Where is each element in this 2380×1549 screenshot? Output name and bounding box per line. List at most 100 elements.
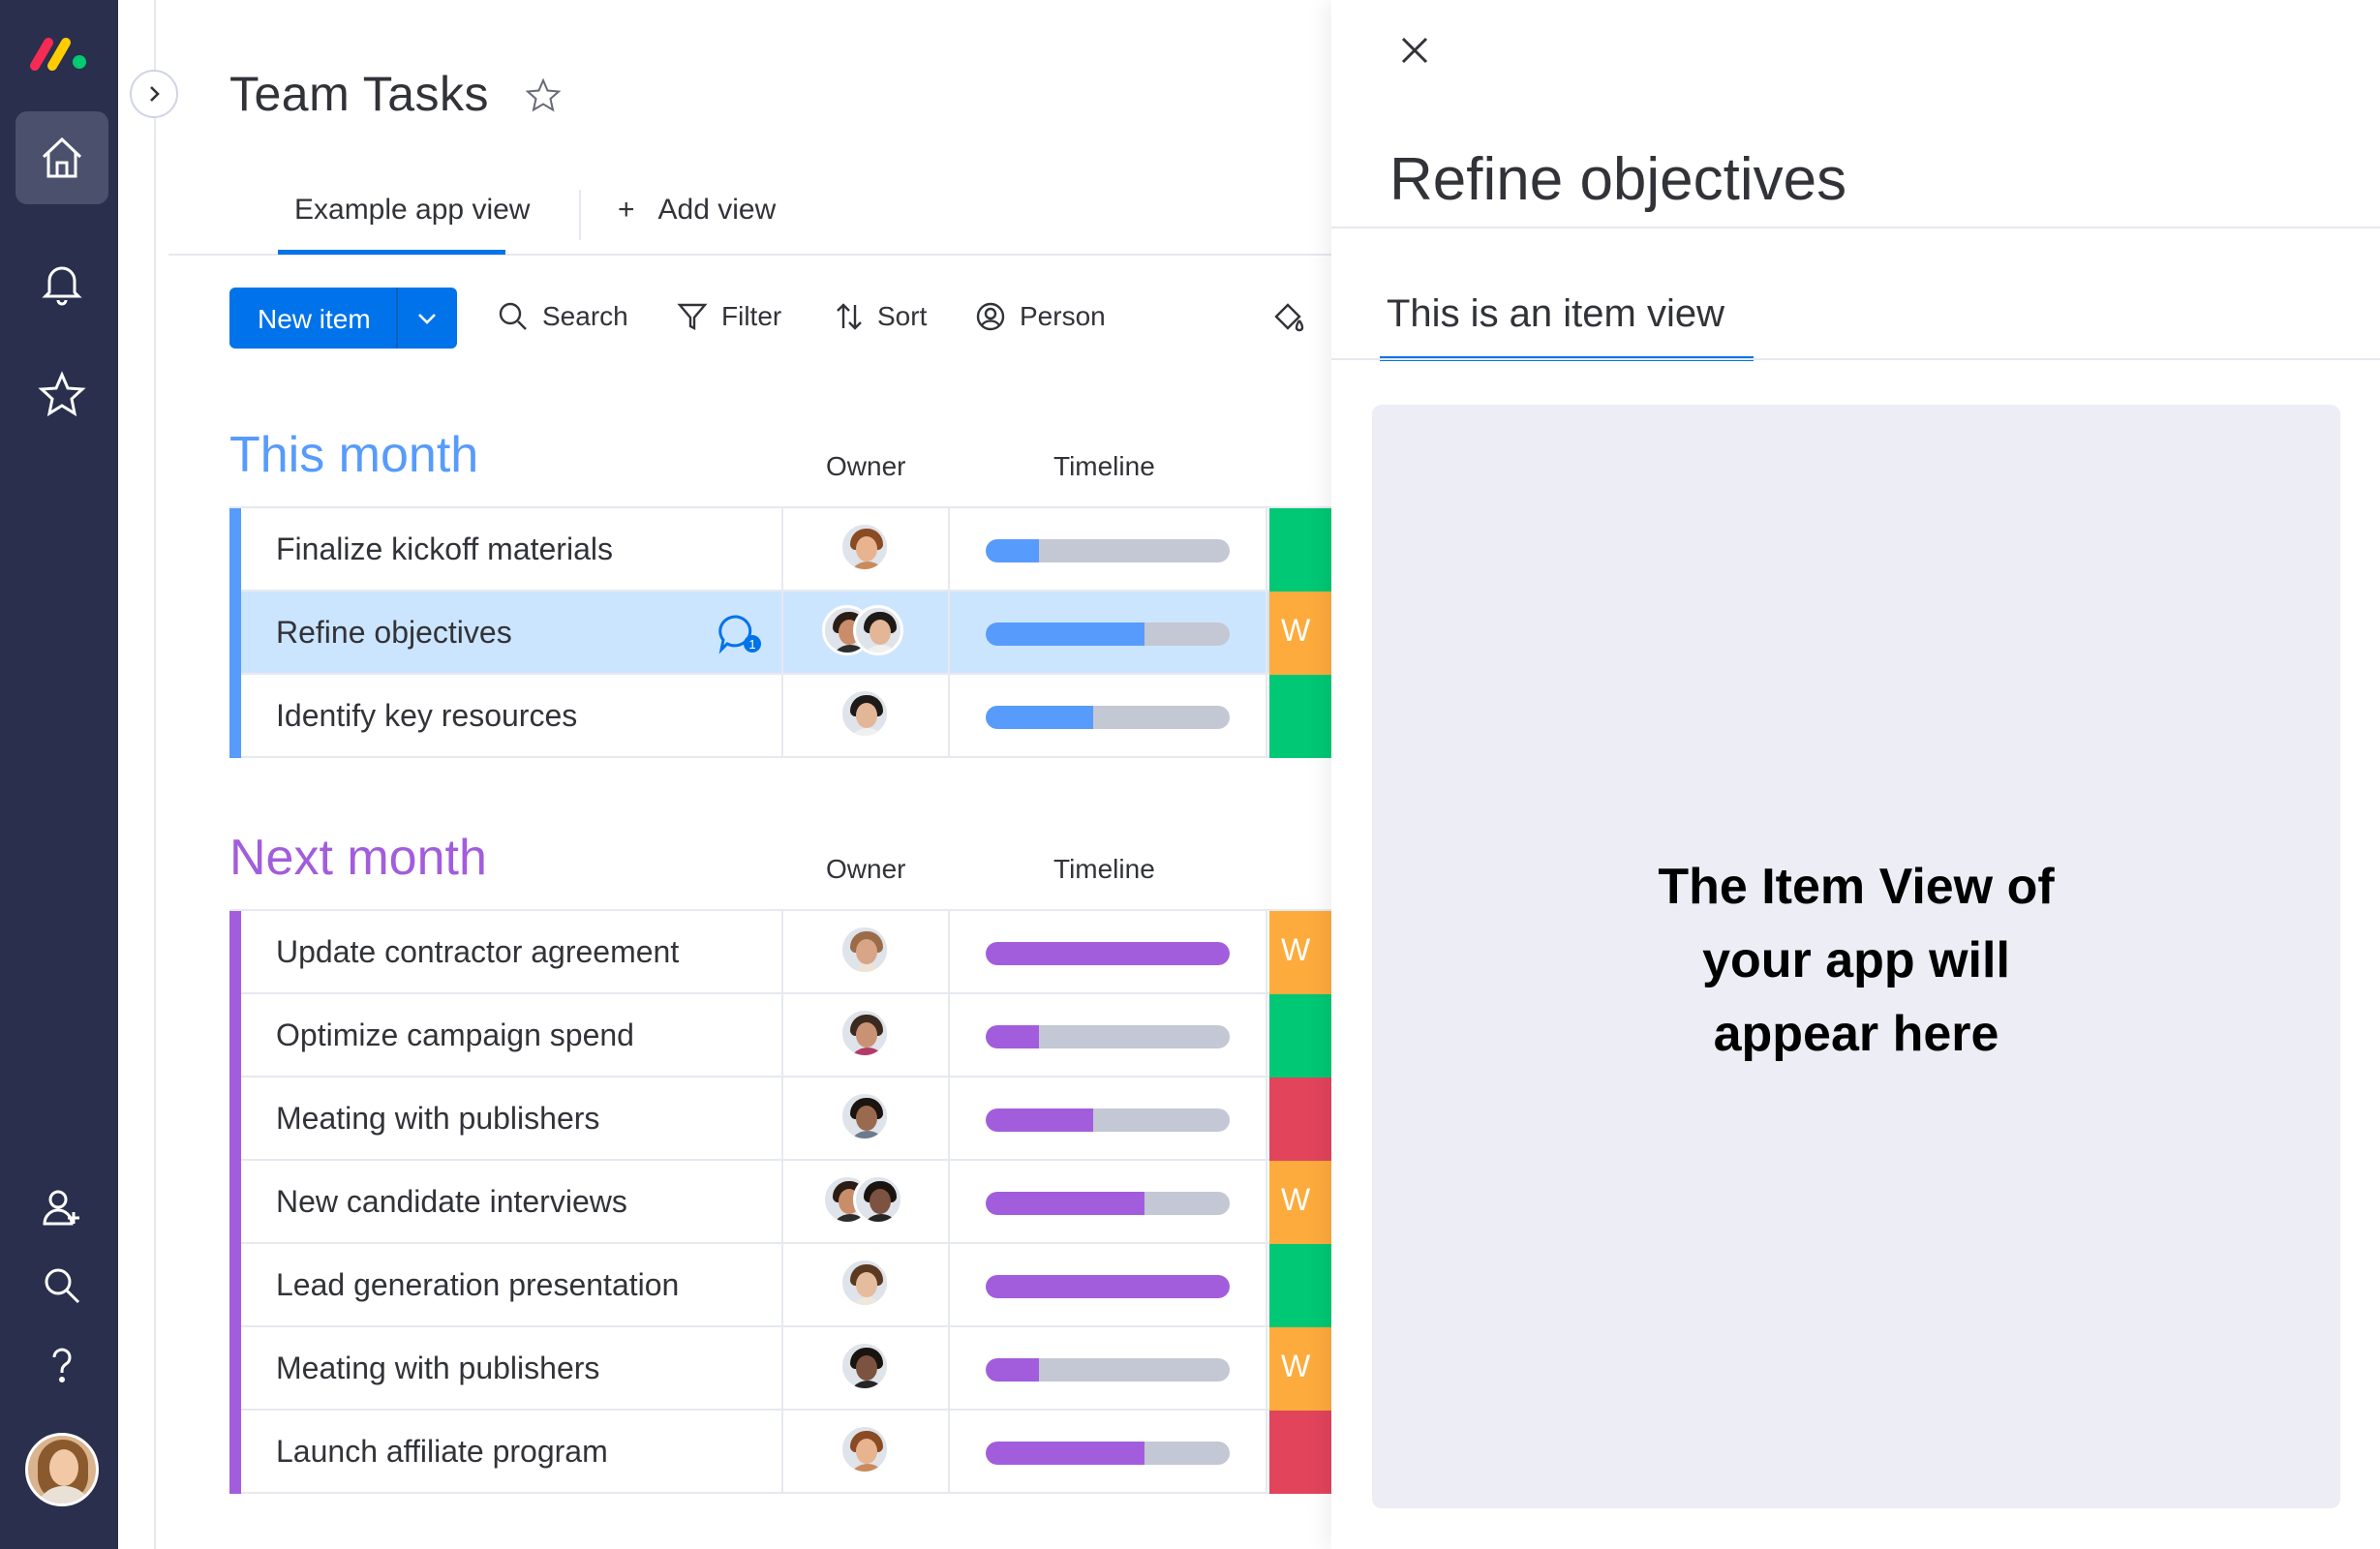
table-row[interactable]: New candidate interviews W [229, 1161, 1331, 1244]
timeline-cell[interactable] [952, 508, 1267, 592]
item-name[interactable]: Launch affiliate program [276, 1434, 608, 1470]
board-title[interactable]: Team Tasks [229, 66, 489, 122]
close-button[interactable] [1393, 29, 1436, 72]
tab-add-view[interactable]: + Add view [618, 194, 776, 227]
owner-cell[interactable] [785, 1161, 950, 1244]
column-header-timeline[interactable]: Timeline [1053, 854, 1155, 885]
timeline-cell[interactable] [952, 1411, 1267, 1494]
item-name-cell[interactable]: Identify key resources [241, 675, 783, 758]
status-cell[interactable]: W [1269, 911, 1331, 994]
sort-button[interactable]: Sort [835, 301, 927, 332]
owner-avatar[interactable] [839, 925, 890, 975]
new-item-button[interactable]: New item [229, 288, 457, 349]
status-cell[interactable] [1269, 1244, 1331, 1327]
owner-avatar[interactable] [839, 688, 890, 739]
owner-cell[interactable] [785, 994, 950, 1078]
item-name-cell[interactable]: New candidate interviews [241, 1161, 783, 1244]
status-cell[interactable] [1269, 1411, 1331, 1494]
owner-cell[interactable] [785, 1327, 950, 1411]
timeline-cell[interactable] [952, 1161, 1267, 1244]
table-row[interactable]: Update contractor agreement W [229, 911, 1331, 994]
table-row[interactable]: Lead generation presentation [229, 1244, 1331, 1327]
search-icon [45, 1268, 80, 1304]
filter-button[interactable]: Filter [677, 301, 781, 332]
favorite-star-icon[interactable] [525, 77, 562, 114]
tab-item-view[interactable]: This is an item view [1387, 292, 1724, 336]
item-name[interactable]: Refine objectives [276, 615, 512, 651]
item-name[interactable]: Update contractor agreement [276, 934, 679, 970]
item-name-cell[interactable]: Finalize kickoff materials [241, 508, 783, 592]
column-header-owner[interactable]: Owner [826, 451, 905, 482]
status-cell[interactable] [1269, 994, 1331, 1078]
expand-sidebar-button[interactable] [130, 70, 178, 118]
owner-cell[interactable] [785, 1411, 950, 1494]
owner-avatar[interactable] [839, 1258, 890, 1308]
item-name[interactable]: Meating with publishers [276, 1101, 599, 1137]
favorites-button[interactable] [15, 349, 108, 441]
item-title[interactable]: Refine objectives [1389, 145, 1846, 214]
item-name[interactable]: Finalize kickoff materials [276, 532, 613, 567]
notifications-button[interactable] [15, 237, 108, 330]
timeline-cell[interactable] [952, 1078, 1267, 1161]
owner-cell[interactable] [785, 1244, 950, 1327]
table-row[interactable]: Identify key resources [229, 675, 1331, 758]
column-header-owner[interactable]: Owner [826, 854, 905, 885]
item-name[interactable]: Meating with publishers [276, 1351, 599, 1386]
chevron-down-icon[interactable] [413, 305, 441, 332]
table-row[interactable]: Meating with publishers [229, 1078, 1331, 1161]
item-name[interactable]: Optimize campaign spend [276, 1017, 634, 1053]
owner-avatar[interactable] [839, 1341, 890, 1391]
owner-avatar[interactable] [839, 522, 890, 572]
item-name-cell[interactable]: Launch affiliate program [241, 1411, 783, 1494]
item-name[interactable]: Lead generation presentation [276, 1267, 679, 1303]
owner-cell[interactable] [785, 675, 950, 758]
timeline-cell[interactable] [952, 592, 1267, 675]
status-cell[interactable]: W [1269, 1327, 1331, 1411]
item-name-cell[interactable]: Optimize campaign spend [241, 994, 783, 1078]
sort-icon [837, 303, 862, 330]
item-name-cell[interactable]: Refine objectives 1 [241, 592, 783, 675]
group-title-this-month[interactable]: This month [229, 426, 478, 484]
help-button[interactable] [15, 1319, 108, 1412]
owner-cell[interactable] [785, 592, 950, 675]
table-row[interactable]: Optimize campaign spend [229, 994, 1331, 1078]
monday-logo[interactable] [29, 31, 91, 74]
home-button[interactable] [15, 111, 108, 204]
group-title-next-month[interactable]: Next month [229, 829, 487, 887]
item-name-cell[interactable]: Update contractor agreement [241, 911, 783, 994]
item-name[interactable]: New candidate interviews [276, 1184, 627, 1220]
updates-icon[interactable]: 1 [717, 613, 764, 660]
owner-avatar[interactable] [839, 1424, 890, 1474]
status-cell[interactable]: W [1269, 592, 1331, 675]
owner-avatar[interactable] [853, 1174, 903, 1225]
timeline-cell[interactable] [952, 1244, 1267, 1327]
status-cell[interactable]: W [1269, 1161, 1331, 1244]
user-avatar[interactable] [25, 1433, 99, 1506]
table-row[interactable]: Finalize kickoff materials [229, 508, 1331, 592]
person-filter-button[interactable]: Person [975, 301, 1106, 332]
owner-avatar[interactable] [839, 1008, 890, 1058]
column-header-timeline[interactable]: Timeline [1053, 451, 1155, 482]
item-name-cell[interactable]: Lead generation presentation [241, 1244, 783, 1327]
owner-avatar[interactable] [853, 605, 903, 655]
owner-cell[interactable] [785, 911, 950, 994]
timeline-cell[interactable] [952, 911, 1267, 994]
status-cell[interactable] [1269, 675, 1331, 758]
timeline-cell[interactable] [952, 675, 1267, 758]
status-cell[interactable] [1269, 508, 1331, 592]
status-cell[interactable] [1269, 1078, 1331, 1161]
timeline-cell[interactable] [952, 994, 1267, 1078]
item-name-cell[interactable]: Meating with publishers [241, 1078, 783, 1161]
item-name[interactable]: Identify key resources [276, 698, 577, 734]
search-button[interactable]: Search [498, 301, 628, 332]
owner-cell[interactable] [785, 1078, 950, 1161]
owner-cell[interactable] [785, 508, 950, 592]
item-name-cell[interactable]: Meating with publishers [241, 1327, 783, 1411]
color-button[interactable] [1272, 301, 1305, 334]
tab-example-app-view[interactable]: Example app view [294, 194, 530, 227]
owner-avatar[interactable] [839, 1091, 890, 1141]
timeline-cell[interactable] [952, 1327, 1267, 1411]
table-row[interactable]: Launch affiliate program [229, 1411, 1331, 1494]
table-row[interactable]: Refine objectives 1 W [229, 592, 1331, 675]
table-row[interactable]: Meating with publishers W [229, 1327, 1331, 1411]
